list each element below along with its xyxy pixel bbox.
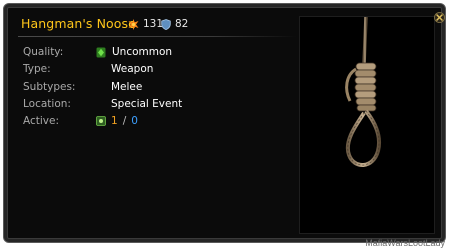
subtypes-value: Melee [111, 81, 143, 93]
noose-image [345, 16, 381, 167]
shield-icon [161, 18, 171, 30]
active-separator: / [122, 115, 127, 127]
attack-burst-icon [128, 18, 139, 30]
item-tooltip-panel: Hangman's Noose 131 82 Quality: Uncommon… [3, 3, 446, 243]
close-icon[interactable] [434, 12, 445, 23]
active-toggle-icon[interactable] [96, 116, 106, 126]
defense-stat: 82 [161, 18, 188, 30]
location-label: Location: [23, 98, 71, 110]
item-title: Hangman's Noose [21, 16, 136, 31]
quality-value-group: Uncommon [96, 46, 172, 58]
type-value: Weapon [111, 63, 154, 75]
active-total: 0 [131, 115, 138, 127]
subtypes-label: Subtypes: [23, 81, 76, 93]
title-divider [18, 36, 296, 37]
active-value-group: 1 / 0 [96, 115, 138, 127]
active-count: 1 [111, 115, 118, 127]
attack-stat: 131 [128, 18, 163, 30]
watermark: MafiaWarsLootLady [365, 238, 445, 248]
active-label: Active: [23, 115, 60, 127]
green-gem-icon [96, 47, 106, 57]
quality-value: Uncommon [112, 46, 173, 58]
defense-value: 82 [175, 18, 189, 30]
location-value: Special Event [111, 98, 183, 110]
type-label: Type: [23, 63, 51, 75]
quality-label: Quality: [23, 46, 64, 58]
item-image-panel [299, 16, 435, 234]
